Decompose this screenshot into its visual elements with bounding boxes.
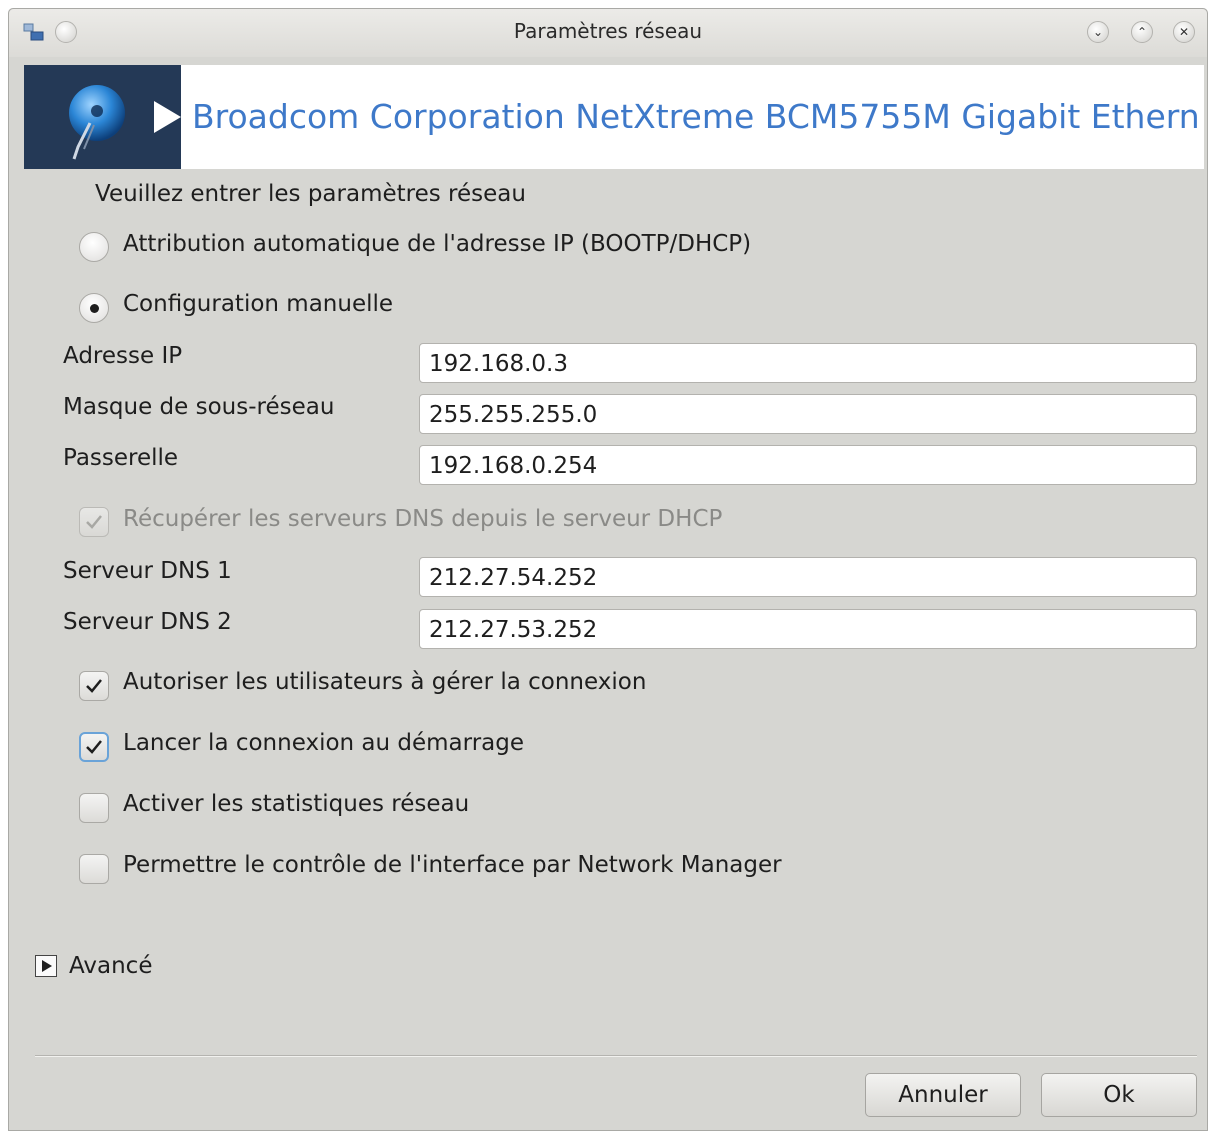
gateway-label: Passerelle: [63, 445, 179, 471]
start-at-boot-checkbox[interactable]: [79, 732, 109, 762]
allow-users-checkbox[interactable]: [79, 671, 109, 701]
network-manager-checkbox[interactable]: [79, 854, 109, 884]
radio-auto-dhcp-label[interactable]: Attribution automatique de l'adresse IP …: [123, 231, 751, 257]
enable-stats-label[interactable]: Activer les statistiques réseau: [123, 791, 469, 817]
enable-stats-checkbox[interactable]: [79, 793, 109, 823]
dns1-field[interactable]: 212.27.54.252: [419, 557, 1197, 597]
close-icon[interactable]: ✕: [1173, 21, 1195, 43]
title-bar[interactable]: Paramètres réseau ⌄ ⌃ ✕: [9, 9, 1207, 57]
dns-from-dhcp-checkbox[interactable]: [79, 507, 109, 537]
triangle-right-icon: [42, 960, 52, 972]
window-title: Paramètres réseau: [513, 19, 703, 43]
dns2-field[interactable]: 212.27.53.252: [419, 609, 1197, 649]
ip-address-field[interactable]: 192.168.0.3: [419, 343, 1197, 383]
ip-address-label: Adresse IP: [63, 343, 183, 369]
checkmark-icon: [86, 740, 102, 754]
allow-users-label[interactable]: Autoriser les utilisateurs à gérer la co…: [123, 669, 646, 695]
network-settings-window: Paramètres réseau ⌄ ⌃ ✕ Broadcom Corpora…: [8, 8, 1208, 1131]
maximize-icon[interactable]: ⌃: [1131, 21, 1153, 43]
advanced-label[interactable]: Avancé: [69, 953, 152, 979]
radio-selected-dot: [90, 304, 99, 313]
radio-manual-config[interactable]: [79, 293, 109, 323]
header-banner: Broadcom Corporation NetXtreme BCM5755M …: [24, 65, 1204, 169]
button-separator: [35, 1055, 1197, 1057]
netmask-field[interactable]: 255.255.255.0: [419, 394, 1197, 434]
radio-auto-dhcp[interactable]: [79, 232, 109, 262]
start-at-boot-label[interactable]: Lancer la connexion au démarrage: [123, 730, 524, 756]
gateway-field[interactable]: 192.168.0.254: [419, 445, 1197, 485]
minimize-icon[interactable]: ⌄: [1087, 21, 1109, 43]
banner-icon-area: [24, 65, 181, 169]
advanced-expander[interactable]: [35, 955, 57, 977]
netmask-label: Masque de sous-réseau: [63, 394, 335, 420]
checkmark-icon: [86, 515, 102, 529]
dns2-label: Serveur DNS 2: [63, 609, 232, 635]
dns-from-dhcp-label: Récupérer les serveurs DNS depuis le ser…: [123, 506, 723, 532]
banner-title: Broadcom Corporation NetXtreme BCM5755M …: [192, 97, 1200, 136]
network-globe-icon: [69, 85, 181, 160]
dns1-label: Serveur DNS 1: [63, 558, 232, 584]
checkmark-icon: [86, 679, 102, 693]
cancel-button[interactable]: Annuler: [865, 1073, 1021, 1117]
network-manager-label[interactable]: Permettre le contrôle de l'interface par…: [123, 852, 782, 878]
ok-button[interactable]: Ok: [1041, 1073, 1197, 1117]
radio-manual-config-label[interactable]: Configuration manuelle: [123, 291, 393, 317]
form-prompt: Veuillez entrer les paramètres réseau: [95, 181, 526, 207]
